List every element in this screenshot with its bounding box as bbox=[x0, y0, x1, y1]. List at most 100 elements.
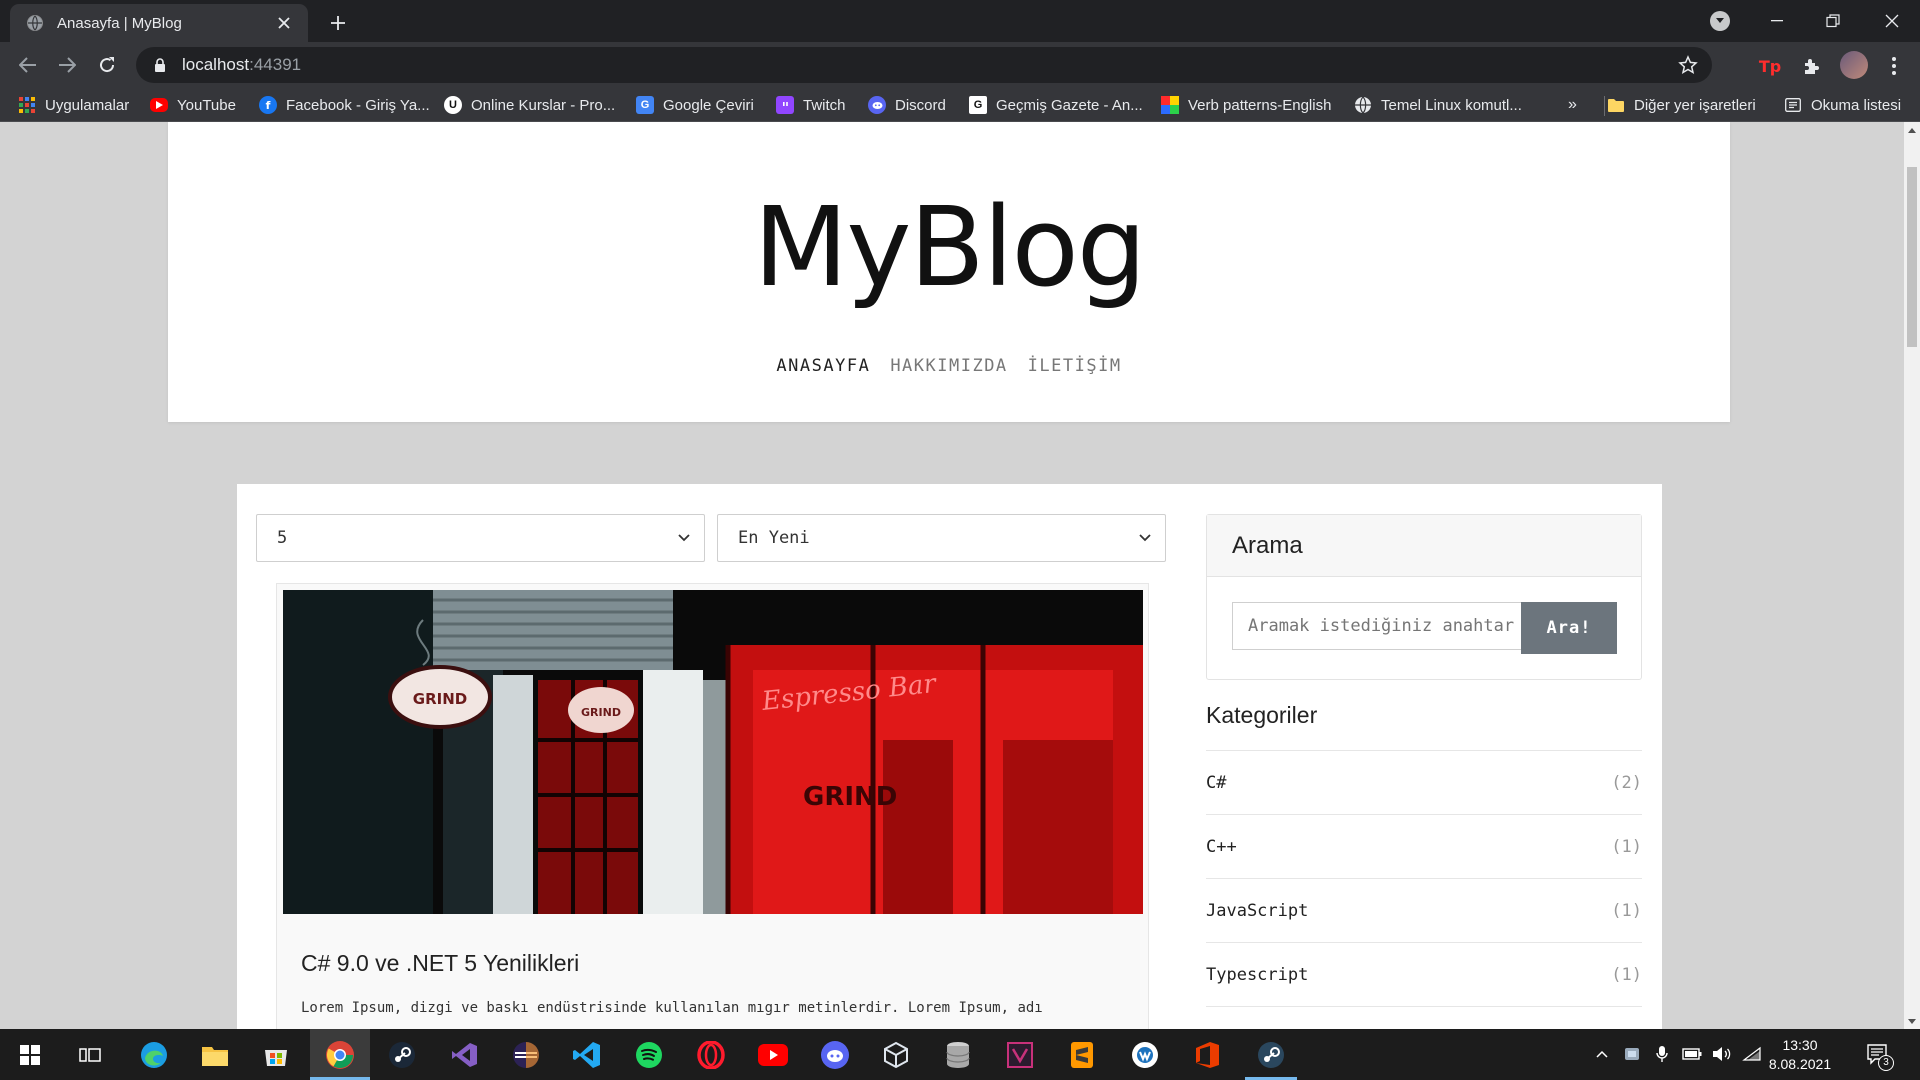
vim-icon[interactable] bbox=[1002, 1037, 1038, 1073]
back-button[interactable] bbox=[13, 50, 43, 80]
browser-tabstrip: Anasayfa | MyBlog bbox=[0, 0, 1920, 42]
discord-icon bbox=[868, 96, 886, 114]
youtube-icon bbox=[150, 98, 168, 112]
task-view-icon[interactable] bbox=[72, 1037, 108, 1073]
steam-icon[interactable] bbox=[384, 1037, 420, 1073]
bookmarks-separator bbox=[1604, 96, 1605, 116]
database-icon[interactable] bbox=[940, 1037, 976, 1073]
search-widget-header: Arama bbox=[1207, 515, 1641, 577]
file-explorer-icon[interactable] bbox=[197, 1037, 233, 1073]
category-item[interactable]: C++ (1) bbox=[1206, 815, 1642, 879]
page-size-select[interactable]: 5 bbox=[256, 514, 705, 562]
tray-app-icon[interactable] bbox=[1622, 1043, 1642, 1065]
category-item[interactable]: C# (2) bbox=[1206, 751, 1642, 815]
restore-button[interactable] bbox=[1805, 0, 1861, 42]
bookmark-youtube[interactable]: YouTube bbox=[150, 95, 236, 115]
vscode-icon[interactable] bbox=[569, 1037, 605, 1073]
categories-title: Kategoriler bbox=[1206, 702, 1642, 751]
bookmark-discord[interactable]: Discord bbox=[868, 95, 946, 115]
browser-tab[interactable]: Anasayfa | MyBlog bbox=[10, 4, 308, 42]
discord-app-icon[interactable] bbox=[817, 1037, 853, 1073]
new-tab-button[interactable] bbox=[324, 9, 352, 37]
bookmark-star-icon[interactable] bbox=[1678, 55, 1698, 75]
minimize-button[interactable] bbox=[1749, 0, 1805, 42]
newspaper-icon: G bbox=[969, 96, 987, 114]
spotify-icon[interactable] bbox=[631, 1037, 667, 1073]
chrome-menu-icon[interactable] bbox=[1882, 54, 1906, 78]
bookmark-twitch[interactable]: Twitch bbox=[776, 95, 846, 115]
extension-tp-icon[interactable]: Tp bbox=[1758, 54, 1782, 78]
extensions-puzzle-icon[interactable] bbox=[1800, 54, 1824, 78]
bookmark-apps[interactable]: Uygulamalar bbox=[18, 95, 129, 115]
scroll-down-arrow-icon[interactable] bbox=[1904, 1013, 1920, 1029]
scroll-up-arrow-icon[interactable] bbox=[1904, 122, 1920, 138]
content-card: 5 En Yeni Espresso Bar GRIND GRIND GRIND… bbox=[237, 484, 1662, 1029]
opera-icon[interactable] bbox=[693, 1037, 729, 1073]
category-count: (1) bbox=[1611, 836, 1642, 857]
wifi-icon[interactable] bbox=[1742, 1043, 1762, 1065]
post-title[interactable]: C# 9.0 ve .NET 5 Yenilikleri bbox=[301, 950, 579, 977]
category-count: (2) bbox=[1611, 772, 1642, 793]
bookmark-gecmis-gazete[interactable]: G Geçmiş Gazete - An... bbox=[969, 95, 1143, 115]
category-name: C++ bbox=[1206, 836, 1237, 857]
search-input[interactable] bbox=[1232, 602, 1522, 650]
nav-hakkimizda[interactable]: HAKKIMIZDA bbox=[890, 356, 1007, 376]
reading-list[interactable]: Okuma listesi bbox=[1784, 95, 1901, 115]
reload-button[interactable] bbox=[92, 50, 122, 80]
google-translate-icon: G bbox=[636, 96, 654, 114]
edge-icon[interactable] bbox=[136, 1037, 172, 1073]
category-count: (1) bbox=[1611, 900, 1642, 921]
scrollbar-thumb[interactable] bbox=[1907, 167, 1917, 347]
page-scrollbar[interactable] bbox=[1904, 122, 1920, 1029]
nav-anasayfa[interactable]: ANASAYFA bbox=[776, 356, 870, 376]
volume-icon[interactable] bbox=[1712, 1043, 1732, 1065]
category-item[interactable]: Typescript (1) bbox=[1206, 943, 1642, 1007]
twitch-icon bbox=[776, 96, 794, 114]
chrome-icon[interactable] bbox=[322, 1037, 358, 1073]
close-tab-icon[interactable] bbox=[274, 13, 294, 33]
other-bookmarks[interactable]: Diğer yer işaretleri bbox=[1607, 95, 1756, 115]
post-excerpt: Lorem Ipsum, dizgi ve baskı endüstrisind… bbox=[301, 1000, 1043, 1016]
close-window-button[interactable] bbox=[1864, 0, 1920, 42]
notification-center-icon[interactable]: 3 bbox=[1862, 1039, 1894, 1071]
category-name: C# bbox=[1206, 772, 1227, 793]
microsoft-store-icon[interactable] bbox=[258, 1037, 294, 1073]
unknown-app-icon[interactable] bbox=[1127, 1037, 1163, 1073]
nav-iletisim[interactable]: İLETİŞİM bbox=[1028, 356, 1122, 376]
reading-list-icon bbox=[1784, 96, 1802, 114]
facebook-icon: f bbox=[259, 96, 277, 114]
visual-studio-icon[interactable] bbox=[446, 1037, 482, 1073]
tray-overflow-icon[interactable] bbox=[1592, 1043, 1612, 1065]
profile-avatar[interactable] bbox=[1840, 51, 1868, 79]
windows-start-icon[interactable] bbox=[12, 1037, 48, 1073]
bookmark-google-translate[interactable]: G Google Çeviri bbox=[636, 95, 754, 115]
category-item[interactable]: JavaScript (1) bbox=[1206, 879, 1642, 943]
category-name: JavaScript bbox=[1206, 900, 1309, 921]
microphone-icon[interactable] bbox=[1652, 1043, 1672, 1065]
system-clock[interactable]: 13:30 8.08.2021 bbox=[1760, 1036, 1840, 1074]
categories-widget: Kategoriler C# (2) C++ (1) JavaScript (1… bbox=[1206, 702, 1642, 1007]
bookmark-udemy[interactable]: U Online Kurslar - Pro... bbox=[444, 95, 615, 115]
bookmark-verb-patterns[interactable]: Verb patterns-English bbox=[1161, 95, 1331, 115]
search-button[interactable]: Ara! bbox=[1521, 602, 1617, 654]
site-title[interactable]: MyBlog bbox=[168, 182, 1730, 312]
site-nav: ANASAYFA HAKKIMIZDA İLETİŞİM bbox=[168, 356, 1730, 376]
address-bar[interactable]: localhost:44391 bbox=[136, 47, 1712, 83]
sublime-text-icon[interactable] bbox=[1064, 1037, 1100, 1073]
sort-select[interactable]: En Yeni bbox=[717, 514, 1166, 562]
forward-button[interactable] bbox=[52, 50, 82, 80]
post-card[interactable]: Espresso Bar GRIND GRIND GRIND C# 9.0 ve… bbox=[276, 583, 1149, 1029]
bookmarks-overflow-button[interactable]: » bbox=[1568, 95, 1577, 115]
battery-icon[interactable] bbox=[1682, 1043, 1702, 1065]
lock-icon[interactable] bbox=[152, 57, 168, 73]
office-icon[interactable] bbox=[1189, 1037, 1225, 1073]
steam-app-icon[interactable] bbox=[1253, 1037, 1289, 1073]
site-header: MyBlog ANASAYFA HAKKIMIZDA İLETİŞİM bbox=[168, 122, 1730, 422]
post-image[interactable]: Espresso Bar GRIND GRIND GRIND bbox=[283, 590, 1143, 914]
bookmark-facebook[interactable]: f Facebook - Giriş Ya... bbox=[259, 95, 430, 115]
bookmark-linux[interactable]: Temel Linux komutl... bbox=[1354, 95, 1522, 115]
eclipse-icon[interactable] bbox=[508, 1037, 544, 1073]
youtube-app-icon[interactable] bbox=[755, 1037, 791, 1073]
virtualbox-icon[interactable] bbox=[878, 1037, 914, 1073]
tab-search-icon[interactable] bbox=[1710, 11, 1730, 31]
